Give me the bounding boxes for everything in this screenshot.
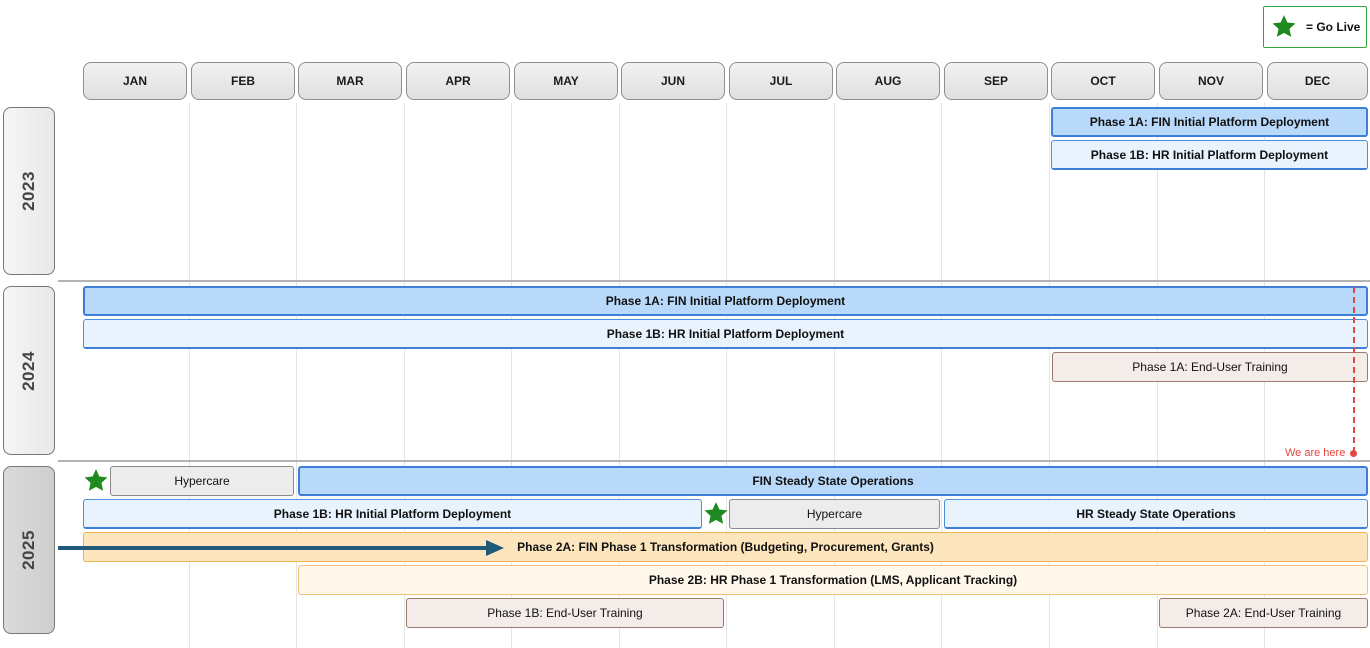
bar-2024-phase1a-fin: Phase 1A: FIN Initial Platform Deploymen… bbox=[83, 286, 1368, 316]
month-apr: APR bbox=[406, 62, 510, 100]
month-mar: MAR bbox=[298, 62, 402, 100]
month-sep: SEP bbox=[944, 62, 1048, 100]
bar-2024-phase1a-training: Phase 1A: End-User Training bbox=[1052, 352, 1368, 382]
year-text-2024: 2024 bbox=[18, 350, 38, 391]
year-text-2025: 2025 bbox=[18, 530, 38, 570]
legend-label: = Go Live bbox=[1306, 20, 1361, 34]
month-oct: OCT bbox=[1051, 62, 1155, 100]
bar-2024-phase1b-hr: Phase 1B: HR Initial Platform Deployment bbox=[83, 319, 1368, 349]
star-icon bbox=[1272, 15, 1296, 37]
bar-2025-hypercare-fin: Hypercare bbox=[110, 466, 294, 496]
month-dec: DEC bbox=[1267, 62, 1368, 100]
year-separator-2024-2025 bbox=[58, 460, 1370, 462]
current-date-line bbox=[1353, 287, 1355, 453]
timeline-canvas: = Go Live JAN FEB MAR APR MAY JUN JUL AU… bbox=[0, 0, 1370, 648]
month-jan: JAN bbox=[83, 62, 187, 100]
month-nov: NOV bbox=[1159, 62, 1263, 100]
month-jul: JUL bbox=[729, 62, 833, 100]
bar-2025-hr-steady-state: HR Steady State Operations bbox=[944, 499, 1368, 529]
bar-2023-phase1b-hr: Phase 1B: HR Initial Platform Deployment bbox=[1051, 140, 1368, 170]
bar-2025-phase1b-training: Phase 1B: End-User Training bbox=[406, 598, 724, 628]
star-icon bbox=[84, 469, 108, 491]
bar-2025-phase1b-hr: Phase 1B: HR Initial Platform Deployment bbox=[83, 499, 702, 529]
year-separator-2023-2024 bbox=[58, 280, 1370, 282]
month-aug: AUG bbox=[836, 62, 940, 100]
current-date-dot bbox=[1350, 450, 1357, 457]
month-feb: FEB bbox=[191, 62, 295, 100]
grid-line-feb bbox=[189, 103, 190, 648]
bar-2025-hypercare-hr: Hypercare bbox=[729, 499, 940, 529]
year-label-2025: 2025 bbox=[3, 466, 55, 634]
bar-2025-phase2a-training: Phase 2A: End-User Training bbox=[1159, 598, 1368, 628]
month-jun: JUN bbox=[621, 62, 725, 100]
bar-2025-fin-steady-state: FIN Steady State Operations bbox=[298, 466, 1368, 496]
arrow-right-icon bbox=[58, 540, 504, 556]
we-are-here-label: We are here bbox=[1285, 447, 1346, 459]
bar-2023-phase1a-fin: Phase 1A: FIN Initial Platform Deploymen… bbox=[1051, 107, 1368, 137]
star-icon bbox=[704, 502, 728, 524]
year-label-2023: 2023 bbox=[3, 107, 55, 275]
year-text-2023: 2023 bbox=[18, 171, 38, 211]
legend: = Go Live bbox=[1263, 6, 1367, 48]
month-may: MAY bbox=[514, 62, 618, 100]
grid-line-mar bbox=[296, 103, 297, 648]
bar-2025-phase2b-hr: Phase 2B: HR Phase 1 Transformation (LMS… bbox=[298, 565, 1368, 595]
year-label-2024: 2024 bbox=[3, 286, 55, 455]
